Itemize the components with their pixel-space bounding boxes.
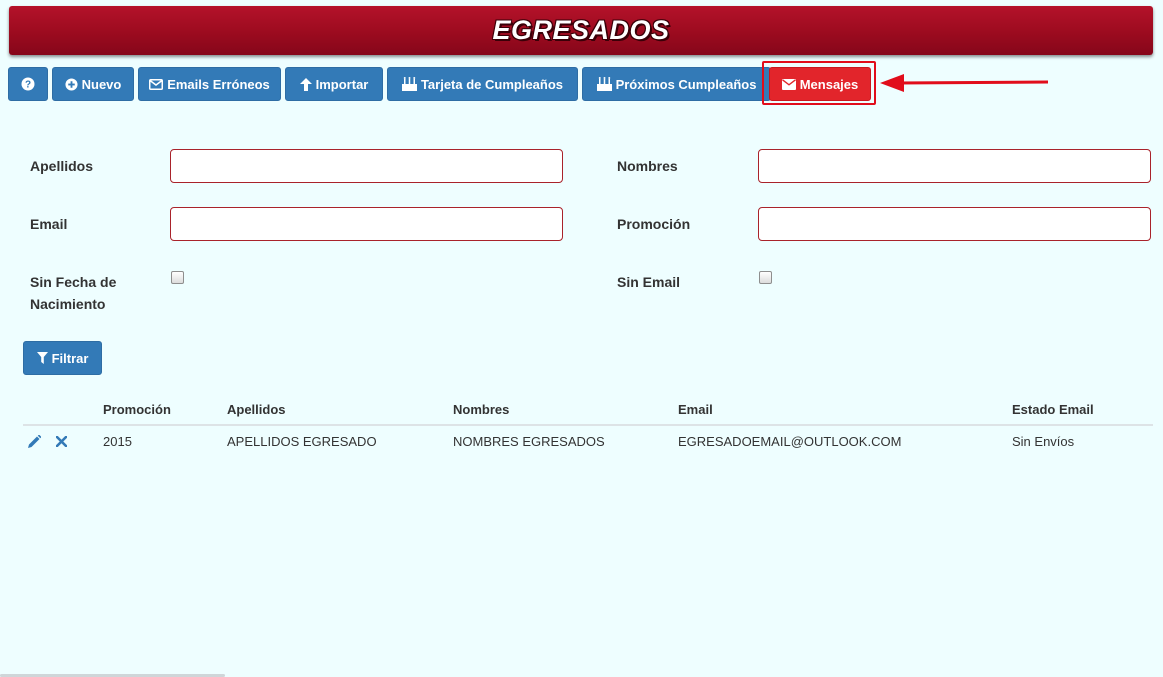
emails-erroneos-label: Emails Erróneos	[167, 76, 270, 92]
mensajes-highlight-box	[762, 61, 876, 105]
question-circle-icon: ?	[21, 77, 35, 91]
column-header-nombres: Nombres	[453, 402, 510, 417]
column-header-apellidos: Apellidos	[227, 402, 286, 417]
promocion-input[interactable]	[758, 207, 1151, 241]
annotation-arrow-icon	[880, 74, 1049, 92]
page-title: EGRESADOS	[492, 15, 670, 45]
promocion-label: Promoción	[617, 216, 691, 232]
proximos-cumpleanos-label: Próximos Cumpleaños	[615, 76, 757, 92]
cell-email: EGRESADOEMAIL@OUTLOOK.COM	[678, 434, 902, 449]
plus-circle-icon	[65, 77, 78, 91]
svg-text:?: ?	[25, 80, 31, 91]
sin-email-checkbox[interactable]	[759, 271, 772, 284]
sin-fecha-nacimiento-label: Sin Fecha de Nacimiento	[30, 271, 116, 315]
page-header: EGRESADOS	[9, 6, 1153, 55]
envelope-outline-icon	[149, 78, 164, 90]
filtrar-button[interactable]: Filtrar	[23, 341, 102, 375]
sin-fecha-label-line1: Sin Fecha de	[30, 274, 117, 290]
cell-apellidos: APELLIDOS EGRESADO	[227, 434, 377, 449]
importar-button[interactable]: Importar	[285, 67, 383, 101]
cell-promocion: 2015	[103, 434, 132, 449]
column-header-estado-email: Estado Email	[1012, 402, 1094, 417]
arrow-up-icon	[299, 77, 312, 91]
proximos-cumpleanos-button[interactable]: Próximos Cumpleaños	[582, 67, 771, 101]
birthday-cake-icon	[596, 77, 612, 91]
help-button[interactable]: ?	[8, 67, 48, 101]
birthday-cake-icon	[401, 77, 417, 91]
apellidos-input[interactable]	[170, 149, 563, 183]
nuevo-label: Nuevo	[81, 76, 122, 92]
emails-erroneos-button[interactable]: Emails Erróneos	[138, 67, 281, 101]
email-label: Email	[30, 216, 68, 232]
nombres-input[interactable]	[758, 149, 1151, 183]
email-input[interactable]	[170, 207, 563, 241]
sin-fecha-nacimiento-checkbox[interactable]	[171, 271, 184, 284]
column-header-email: Email	[678, 402, 713, 417]
cell-nombres: NOMBRES EGRESADOS	[453, 434, 605, 449]
column-header-promocion: Promoción	[103, 402, 171, 417]
filtrar-label: Filtrar	[51, 350, 89, 366]
sin-email-label: Sin Email	[617, 274, 681, 290]
importar-label: Importar	[315, 76, 369, 92]
tarjeta-cumpleanos-label: Tarjeta de Cumpleaños	[420, 76, 564, 92]
nombres-label: Nombres	[617, 158, 678, 174]
apellidos-label: Apellidos	[30, 158, 94, 174]
nuevo-button[interactable]: Nuevo	[52, 67, 134, 101]
cell-estado-email: Sin Envíos	[1012, 434, 1075, 449]
edit-pencil-icon[interactable]	[28, 435, 41, 448]
sin-fecha-label-line2: Nacimiento	[30, 296, 106, 312]
table-header-divider	[23, 424, 1153, 426]
tarjeta-cumpleanos-button[interactable]: Tarjeta de Cumpleaños	[387, 67, 578, 101]
filter-icon	[36, 352, 48, 364]
delete-x-icon[interactable]	[56, 436, 67, 447]
